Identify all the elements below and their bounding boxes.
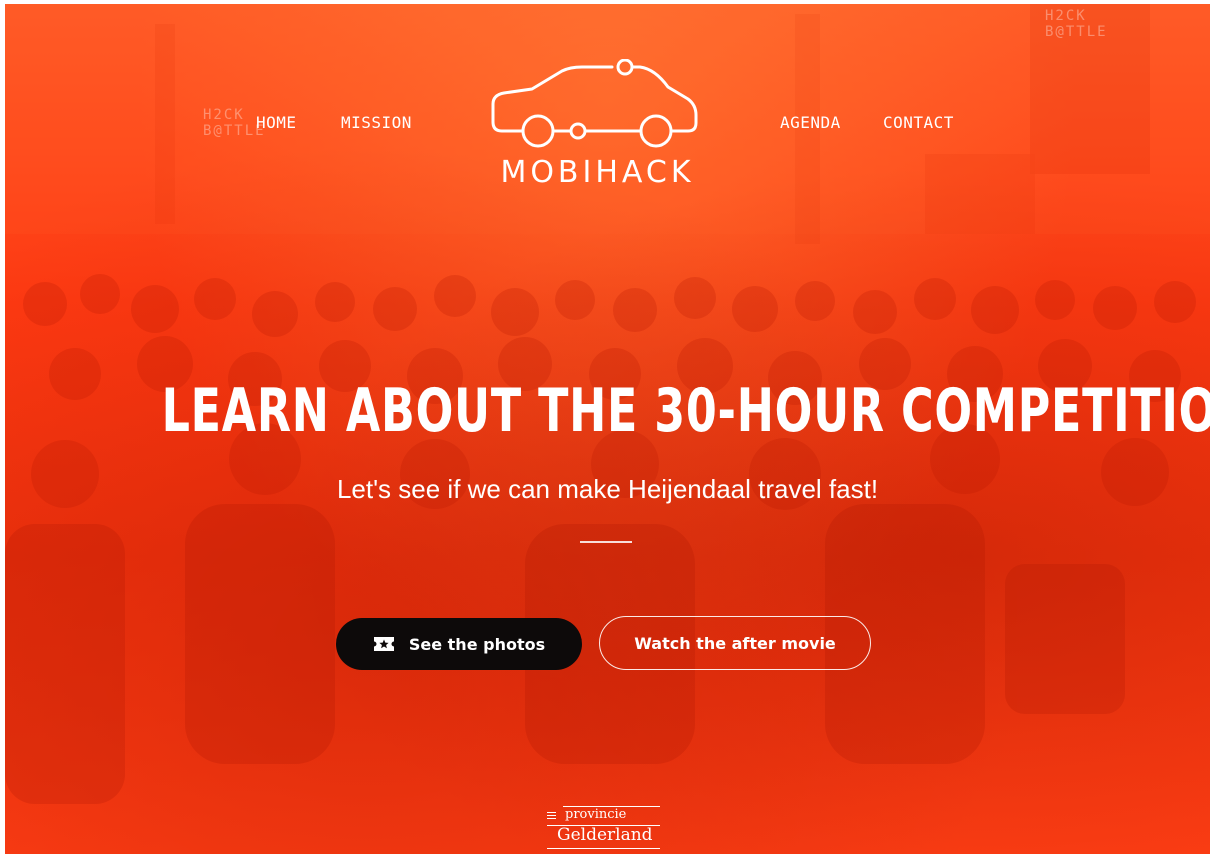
provincie-gelderland-logo[interactable]: provincie Gelderland (547, 804, 662, 850)
watch-after-movie-button[interactable]: Watch the after movie (599, 616, 871, 670)
page: H2CK B@TTLE H2CK B@TTLE HOME MISSION AGEND… (0, 0, 1215, 860)
hero-divider (580, 541, 632, 543)
see-photos-label: See the photos (408, 634, 546, 654)
nav-contact[interactable]: CONTACT (883, 113, 954, 132)
hero-headline: LEARN ABOUT THE 30-HOUR COMPETITION (161, 376, 1210, 446)
car-circuit-icon (491, 59, 698, 148)
background-sign-right: H2CK B@TTLE (1045, 8, 1108, 40)
sponsor-mark-1 (547, 812, 556, 813)
see-photos-button[interactable]: See the photos (336, 618, 582, 670)
hero-subtitle: Let's see if we can make Heijendaal trav… (336, 474, 879, 504)
logo-text: MOBIHACK (500, 155, 695, 190)
nav-agenda[interactable]: AGENDA (780, 113, 841, 132)
mobihack-logo[interactable]: MOBIHACK (490, 59, 720, 194)
ticket-star-icon (373, 637, 394, 651)
sponsor-line-2: Gelderland (557, 825, 653, 845)
sponsor-mark-3 (547, 818, 556, 819)
sponsor-mark-2 (547, 815, 556, 816)
nav-mission[interactable]: MISSION (341, 113, 412, 132)
sponsor-bottom-line (547, 848, 660, 849)
hero-section: H2CK B@TTLE H2CK B@TTLE HOME MISSION AGEND… (5, 4, 1210, 854)
watch-after-movie-label: Watch the after movie (634, 633, 836, 653)
nav-home[interactable]: HOME (256, 113, 297, 132)
sponsor-line-1: provincie (565, 807, 627, 822)
